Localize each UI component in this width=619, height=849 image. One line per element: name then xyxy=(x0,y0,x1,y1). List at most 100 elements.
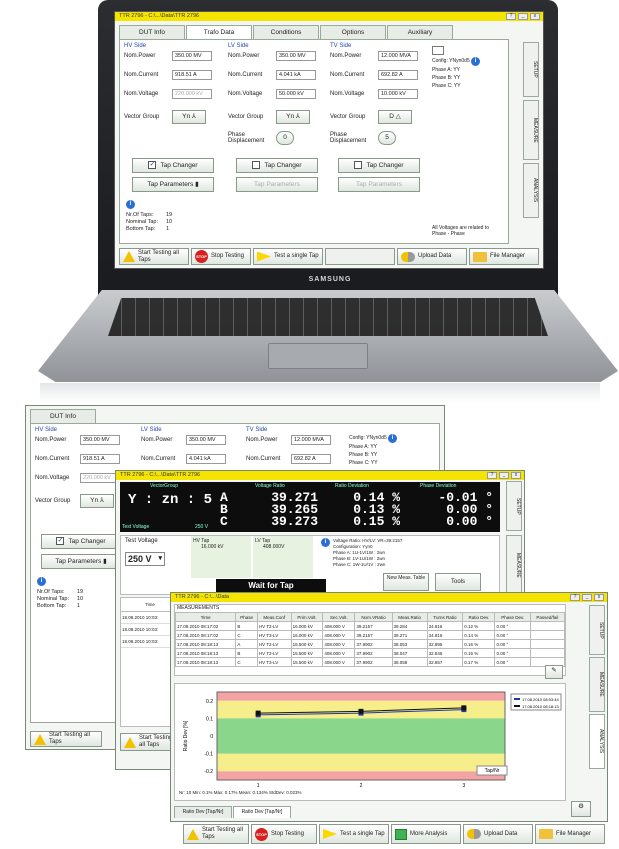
edit-tool-icon[interactable]: ✎ xyxy=(545,665,563,679)
table-cell: 38.047 xyxy=(391,648,428,658)
info-icon[interactable]: i xyxy=(388,434,398,443)
tv-current-field[interactable]: 692.82 A xyxy=(291,453,331,464)
table-cell xyxy=(529,621,566,631)
tap-parameters-lv-button[interactable]: Tap Parameters xyxy=(236,177,318,192)
file-manager-button[interactable]: File Manager xyxy=(535,824,605,844)
help-icon[interactable]: ? xyxy=(506,13,516,20)
tab-conditions[interactable]: Conditions xyxy=(253,25,319,39)
table-row[interactable]: 17.08.2010 08:17:02 B HV T2-LV 16.000 kV 408… xyxy=(174,621,566,631)
tap-changer-tv-toggle[interactable]: Tap Changer xyxy=(338,158,420,173)
info-icon[interactable]: i xyxy=(471,57,481,66)
info-icon[interactable]: i xyxy=(321,538,330,547)
column-header[interactable]: Prim.Volt. xyxy=(290,612,324,622)
side-tab-setup[interactable]: SETUP xyxy=(523,42,539,97)
table-row[interactable]: 17.08.2010 08:18:13 A HV T2-LV 15.500 kV 408… xyxy=(174,639,566,649)
file-manager-button[interactable]: File Manager xyxy=(469,248,539,265)
help-icon[interactable]: ? xyxy=(487,472,497,479)
tab-dut-info[interactable]: DUT Info xyxy=(119,25,185,39)
lv-power-field[interactable]: 350.00 MV xyxy=(276,50,316,61)
lv-phase-button[interactable]: 0 xyxy=(276,131,294,145)
hv-voltage-field[interactable]: 220.000 kV xyxy=(80,472,120,483)
lv-current-field[interactable]: 4.041 kA xyxy=(276,69,316,80)
hv-current-field[interactable]: 918.51 A xyxy=(80,453,120,464)
close-icon[interactable]: x xyxy=(594,594,604,601)
stop-testing-button[interactable]: STOP Stop Testing xyxy=(251,824,317,844)
tap-changer-hv-toggle[interactable]: ✓ Tap Changer xyxy=(132,158,214,173)
tab-ratio-dev-2[interactable]: Ratio Dev [Tap/Nr] xyxy=(233,806,291,818)
tab-auxiliary[interactable]: Auxiliary xyxy=(387,25,453,39)
tap-parameters-tv-button[interactable]: Tap Parameters xyxy=(338,177,420,192)
column-header[interactable]: Turns Ratio xyxy=(426,612,464,622)
column-header[interactable]: Sec.Volt. xyxy=(322,612,356,622)
start-testing-all-taps-button[interactable]: Start Testing all Taps xyxy=(183,824,249,844)
column-header[interactable]: Passed/fail xyxy=(529,612,566,622)
info-icon[interactable]: i xyxy=(126,200,135,209)
minimize-icon[interactable]: _ xyxy=(499,472,509,479)
side-tab-analysis[interactable]: ANALYSIS xyxy=(523,163,539,218)
column-header[interactable]: Nom.VRatio xyxy=(354,612,393,622)
hv-current-label: Nom.Current xyxy=(35,455,70,462)
column-header[interactable]: Meas.Ratio xyxy=(391,612,428,622)
minimize-icon[interactable]: _ xyxy=(582,594,592,601)
new-meas-table-button[interactable]: New Meas. Table xyxy=(383,573,429,591)
info-icon[interactable]: i xyxy=(37,577,46,586)
upload-data-button[interactable]: Upload Data xyxy=(397,248,467,265)
side-tab-measure[interactable]: MEASURE xyxy=(589,657,605,712)
tap-changer-hv-toggle[interactable]: ✓ Tap Changer xyxy=(41,534,121,549)
stop-testing-button[interactable]: STOP Stop Testing xyxy=(191,248,251,265)
side-tab-setup[interactable]: SETUP xyxy=(506,481,522,531)
tv-current-field[interactable]: 692.82 A xyxy=(378,69,418,80)
start-testing-all-taps-button[interactable]: Start Testing all Taps xyxy=(30,731,102,747)
hv-vector-group-button[interactable]: Yn ⅄ xyxy=(172,109,206,124)
upload-data-button[interactable]: Upload Data xyxy=(463,824,533,844)
lv-current-field[interactable]: 4.041 kA xyxy=(186,453,226,464)
table-row[interactable]: 17.08.2010 08:18:13 B HV T2-LV 15.500 kV 408… xyxy=(174,648,566,658)
table-row[interactable]: 17.08.2010 08:18:13 C HV T3-LV 15.500 kV 408… xyxy=(174,657,566,667)
column-header[interactable]: Ratio Dev. xyxy=(462,612,496,622)
test-single-tap-button[interactable]: Test a single Tap xyxy=(253,248,323,265)
tap-parameters-hv-button[interactable]: Tap Parameters ▮ xyxy=(41,554,121,569)
help-icon[interactable]: ? xyxy=(570,594,580,601)
hv-current-field[interactable]: 918.51 A xyxy=(172,69,212,80)
tv-phase-button[interactable]: 5 xyxy=(378,131,396,145)
tv-voltage-field[interactable]: 10.000 kV xyxy=(378,88,418,99)
tv-vector-group-button[interactable]: D △ xyxy=(378,109,412,124)
lv-vector-group-button[interactable]: Yn ⅄ xyxy=(276,109,310,124)
lv-voltage-field[interactable]: 50.000 kV xyxy=(276,88,316,99)
hv-voltage-field[interactable]: 220.000 kV xyxy=(172,88,212,99)
tools-button[interactable]: Tools xyxy=(435,573,481,591)
settings-tool-icon[interactable]: ⚙ xyxy=(571,801,591,817)
edit-config-icon[interactable] xyxy=(432,46,444,55)
tab-trafo-data[interactable]: Trafo Data xyxy=(186,25,252,39)
tv-power-field[interactable]: 12.000 MVA xyxy=(378,50,418,61)
table-row[interactable]: 17.08.2010 08:17:02 C HV T3-LV 16.000 kV 408… xyxy=(174,630,566,640)
side-tab-measure[interactable]: MEASURE xyxy=(506,535,522,595)
minimize-icon[interactable]: _ xyxy=(518,13,528,20)
column-header[interactable]: Phase Dev. xyxy=(494,612,531,622)
tap-parameters-hv-button[interactable]: Tap Parameters ▮ xyxy=(132,177,214,192)
more-analysis-button[interactable]: More Analysis xyxy=(391,824,461,844)
start-testing-all-taps-button[interactable]: Start Testing all Taps xyxy=(119,248,189,265)
side-tab-measure[interactable]: MEASURE xyxy=(523,100,539,160)
test-voltage-select[interactable]: 250 V ▾ xyxy=(125,552,165,566)
hv-power-field[interactable]: 350.00 MV xyxy=(172,50,212,61)
hv-vector-group-button[interactable]: Yn ⅄ xyxy=(80,493,114,508)
lv-current-label: Nom.Current xyxy=(228,71,263,78)
column-header[interactable]: Phase xyxy=(235,612,258,622)
close-icon[interactable]: x xyxy=(530,13,540,20)
test-single-tap-button[interactable]: Test a single Tap xyxy=(319,824,389,844)
tab-ratio-dev-1[interactable]: Ratio Dev [Tap/Nr] xyxy=(174,806,232,818)
column-header[interactable]: Time xyxy=(174,612,237,622)
close-icon[interactable]: x xyxy=(511,472,521,479)
tab-options[interactable]: Options xyxy=(320,25,386,39)
tap-changer-lv-toggle[interactable]: Tap Changer xyxy=(236,158,318,173)
table-cell: C xyxy=(235,630,258,640)
tv-power-field[interactable]: 12.000 MVA xyxy=(291,434,331,445)
table-cell xyxy=(529,639,566,649)
column-header[interactable]: Meas.Conf xyxy=(256,612,292,622)
tab-dut-info[interactable]: DUT Info xyxy=(30,409,96,423)
hv-power-field[interactable]: 350.00 MV xyxy=(80,434,120,445)
side-tab-setup[interactable]: SETUP xyxy=(589,605,605,655)
side-tab-analysis[interactable]: ANALYSIS xyxy=(589,714,605,769)
lv-power-field[interactable]: 350.00 MV xyxy=(186,434,226,445)
